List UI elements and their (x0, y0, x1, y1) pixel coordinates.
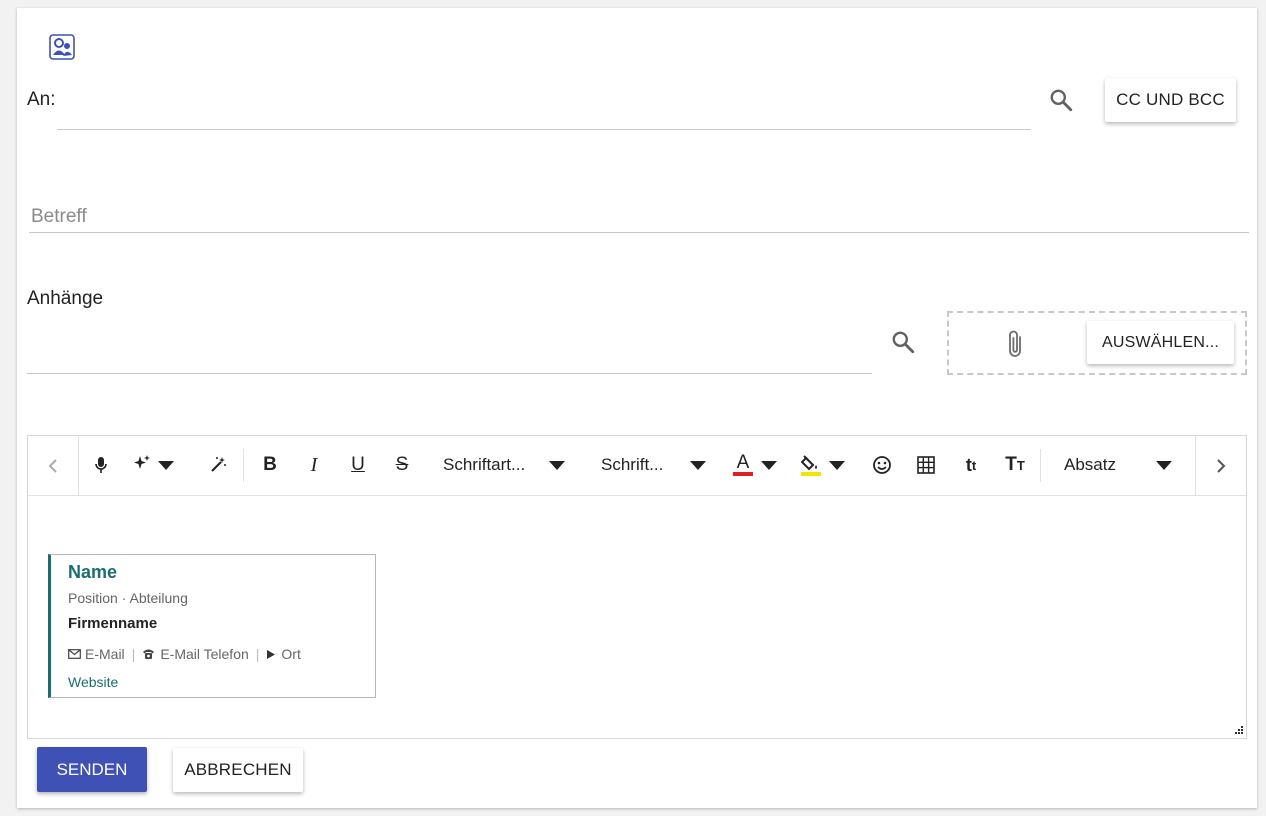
magic-wand-icon[interactable] (206, 449, 230, 481)
chevron-down-icon (158, 460, 174, 470)
microphone-icon[interactable] (88, 449, 114, 481)
cc-bcc-button[interactable]: CC UND BCC (1105, 78, 1236, 122)
ai-assist-dropdown[interactable] (132, 449, 182, 481)
separator: | (131, 646, 136, 662)
attachments-label: Anhänge (27, 288, 104, 309)
envelope-icon (68, 649, 81, 659)
chevron-down-icon (549, 460, 565, 470)
cancel-button[interactable]: ABBRECHEN (173, 748, 303, 792)
chevron-left-icon[interactable] (28, 436, 79, 495)
font-size-dropdown[interactable]: Schrift... (601, 449, 706, 481)
sparkle-icon (132, 454, 152, 477)
to-underline (57, 129, 1031, 130)
table-icon[interactable] (914, 449, 938, 481)
chevron-right-icon[interactable] (1195, 436, 1246, 495)
send-button[interactable]: SENDEN (37, 747, 147, 792)
text-color-icon: A (733, 453, 753, 476)
highlight-color-dropdown[interactable] (801, 449, 851, 481)
address-book-icon[interactable] (46, 31, 78, 63)
rich-text-editor[interactable]: B I U S Schriftart... Schrift... A t t T… (27, 435, 1247, 739)
superscript-icon[interactable]: tt (958, 449, 984, 481)
signature-name: Name (68, 562, 118, 582)
toolbar-divider (243, 449, 244, 482)
highlight-icon (801, 454, 821, 476)
font-case-icon[interactable]: TT (1002, 449, 1028, 481)
font-family-dropdown[interactable]: Schriftart... (443, 449, 565, 481)
signature-position: Position · Abteilung (68, 590, 188, 606)
chevron-down-icon (829, 460, 845, 470)
chevron-down-icon (1156, 460, 1172, 470)
emoji-icon[interactable] (870, 449, 894, 481)
search-icon[interactable] (887, 326, 919, 358)
underline-icon[interactable]: U (346, 449, 370, 481)
compose-dialog: An: CC UND BCC Anhänge AUSWÄHLEN... (17, 8, 1257, 808)
subject-input[interactable] (29, 202, 1241, 232)
signature-phone[interactable]: E-Mail Telefon (160, 646, 248, 662)
search-icon[interactable] (1045, 84, 1077, 116)
to-input[interactable] (57, 90, 1031, 128)
text-color-dropdown[interactable]: A (733, 449, 783, 481)
signature-email[interactable]: E-Mail (85, 646, 125, 662)
toolbar-divider (1040, 449, 1041, 482)
subject-underline (29, 232, 1249, 233)
separator: | (255, 646, 260, 662)
signature-company: Firmenname (68, 615, 158, 632)
signature-contact-row: E-Mail | E-Mail Telefon | Ort (68, 646, 301, 662)
chevron-down-icon (690, 460, 706, 470)
resize-handle-icon[interactable] (1232, 724, 1244, 736)
bold-icon[interactable]: B (258, 449, 282, 481)
signature-location: Ort (281, 646, 301, 662)
location-icon (266, 649, 276, 660)
italic-icon[interactable]: I (302, 449, 326, 481)
email-signature: Name Position · Abteilung Firmenname E-M… (48, 554, 376, 698)
paperclip-icon[interactable] (1000, 328, 1032, 360)
paragraph-format-dropdown[interactable]: Absatz (1064, 449, 1172, 481)
to-label: An: (27, 89, 56, 110)
editor-toolbar: B I U S Schriftart... Schrift... A t t T… (28, 436, 1246, 496)
strikethrough-icon[interactable]: S (390, 449, 414, 481)
choose-attachment-button[interactable]: AUSWÄHLEN... (1087, 321, 1234, 364)
phone-icon (142, 648, 155, 660)
signature-website-link[interactable]: Website (68, 674, 118, 690)
attachments-underline (27, 373, 872, 374)
chevron-down-icon (761, 460, 777, 470)
